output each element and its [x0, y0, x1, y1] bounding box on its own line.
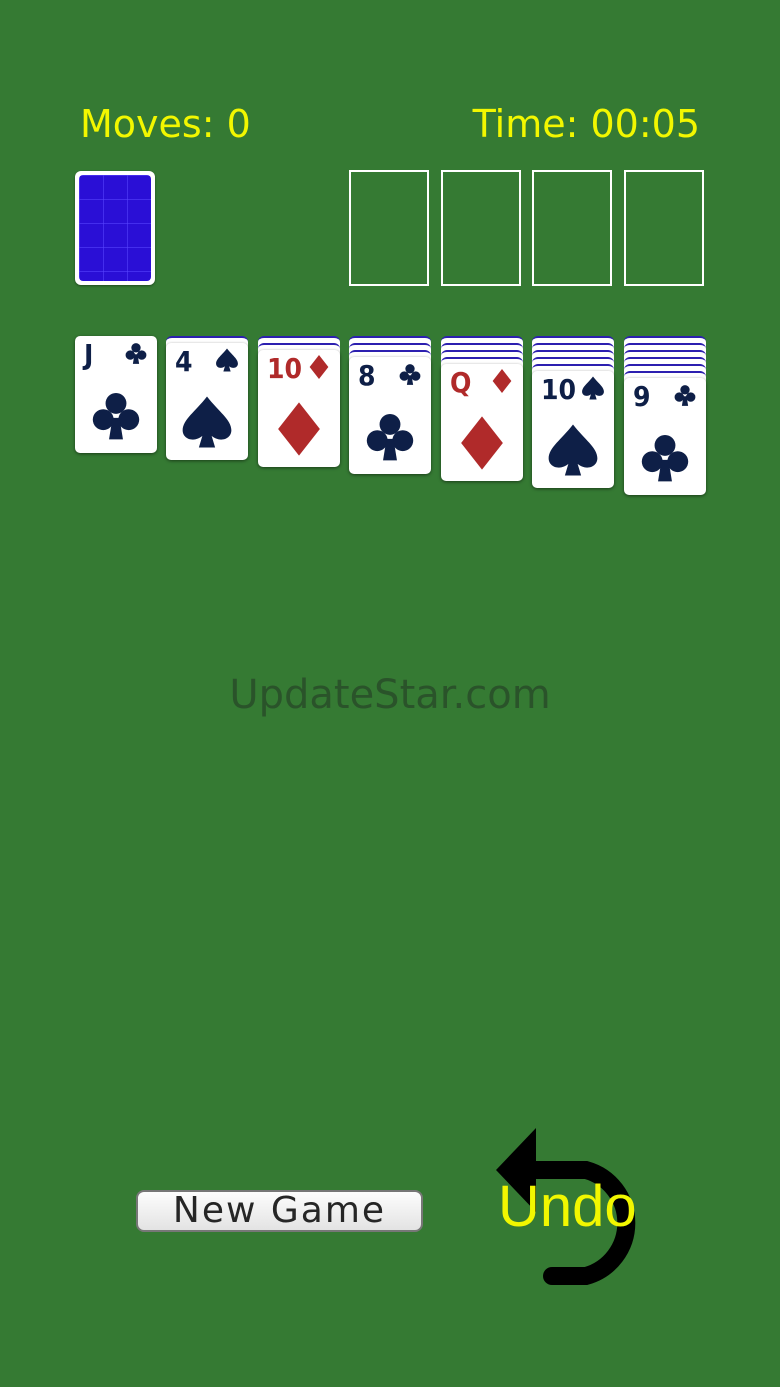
new-game-button[interactable]: New Game: [136, 1190, 423, 1232]
diamond-icon: [492, 369, 512, 393]
foundation-slot-4[interactable]: [624, 170, 704, 286]
stock-pile[interactable]: [75, 171, 155, 285]
club-icon: [366, 413, 414, 461]
face-up-card[interactable]: 10: [532, 371, 614, 488]
card-rank: 10: [267, 352, 303, 385]
club-icon: [125, 343, 147, 364]
foundation-slot-2[interactable]: [441, 170, 521, 286]
card-rank: 10: [541, 373, 577, 406]
diamond-icon: [309, 355, 329, 379]
watermark: UpdateStar.com: [229, 672, 551, 718]
face-up-card[interactable]: 10: [258, 350, 340, 467]
club-icon: [399, 364, 421, 385]
spade-icon: [582, 376, 604, 400]
face-up-card[interactable]: Q: [441, 364, 523, 481]
card-back-icon: [79, 175, 151, 281]
card-rank: 8: [358, 359, 376, 392]
diamond-icon: [278, 402, 320, 456]
undo-button[interactable]: Undo: [494, 1128, 654, 1288]
undo-label: Undo: [498, 1174, 637, 1239]
club-icon: [674, 385, 696, 406]
foundation-slot-1[interactable]: [349, 170, 429, 286]
face-up-card[interactable]: 8: [349, 357, 431, 474]
spade-icon: [216, 348, 238, 372]
diamond-icon: [461, 416, 503, 470]
face-up-card[interactable]: J: [75, 336, 157, 453]
club-icon: [641, 434, 689, 482]
spade-icon: [548, 424, 598, 476]
face-up-card[interactable]: 4: [166, 343, 248, 460]
card-rank: J: [84, 338, 94, 371]
card-rank: Q: [450, 366, 472, 399]
card-rank: 4: [175, 345, 193, 378]
club-icon: [92, 392, 140, 440]
face-up-card[interactable]: 9: [624, 378, 706, 495]
foundation-slot-3[interactable]: [532, 170, 612, 286]
game-timer: Time: 00:05: [472, 102, 700, 146]
card-rank: 9: [633, 380, 651, 413]
spade-icon: [182, 396, 232, 448]
moves-counter: Moves: 0: [80, 102, 251, 146]
